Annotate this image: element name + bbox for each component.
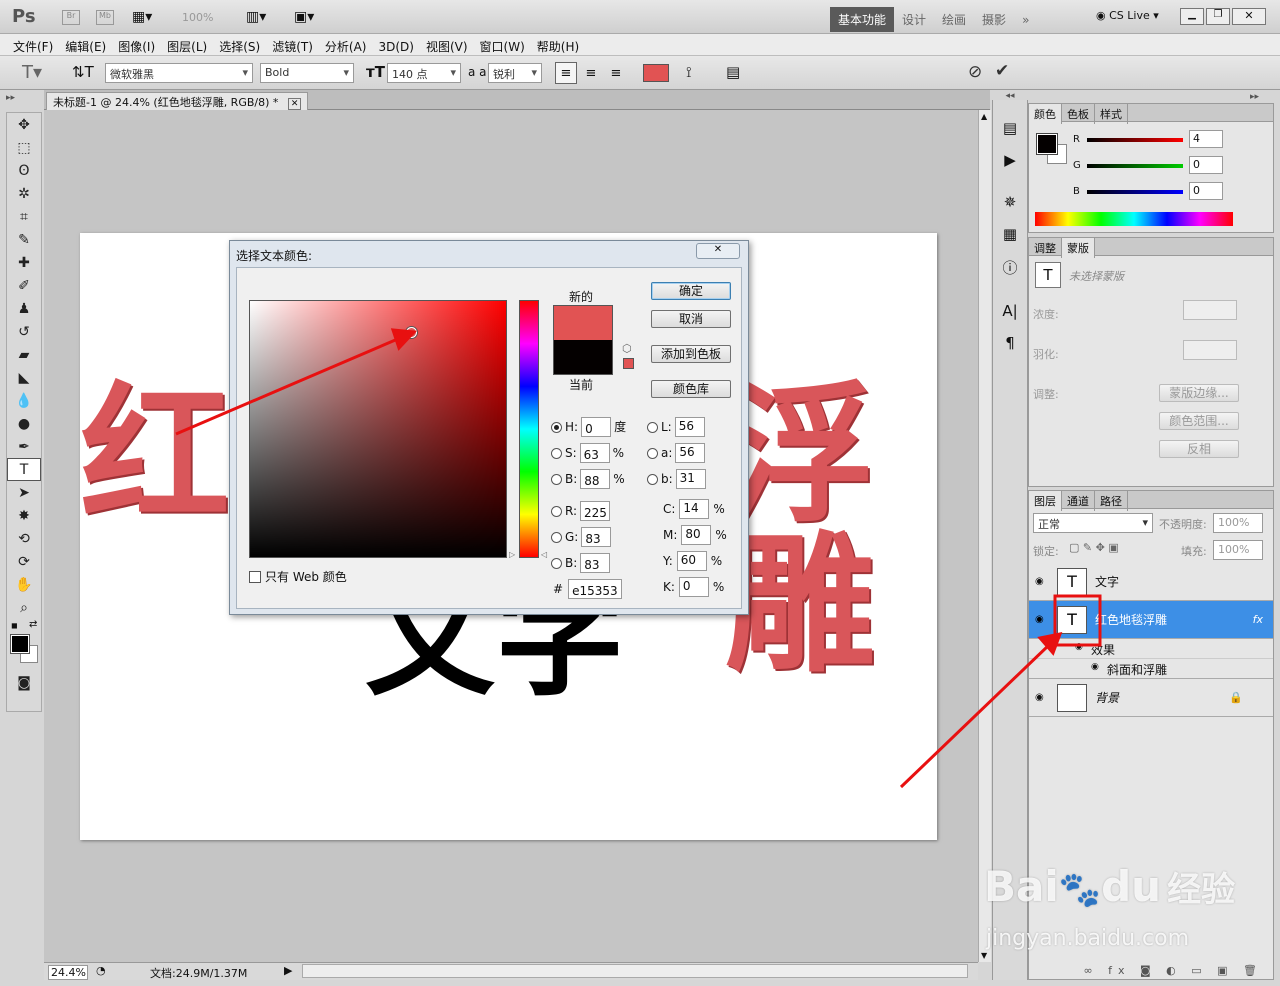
tutorial-annotations	[175, 328, 1102, 789]
baidu-cn: 经验	[1167, 870, 1236, 910]
highlight-box	[1053, 594, 1102, 647]
baidu-watermark: Bai🐾du 经验	[984, 862, 1235, 911]
baidu-brand-suffix: du	[1101, 862, 1162, 911]
baidu-watermark-url: jingyan.baidu.com	[986, 926, 1190, 951]
arrow-to-color-field	[175, 328, 418, 436]
paw-icon: 🐾	[1058, 870, 1102, 910]
arrow-to-layer	[899, 632, 1063, 789]
baidu-brand: Bai	[984, 862, 1059, 911]
